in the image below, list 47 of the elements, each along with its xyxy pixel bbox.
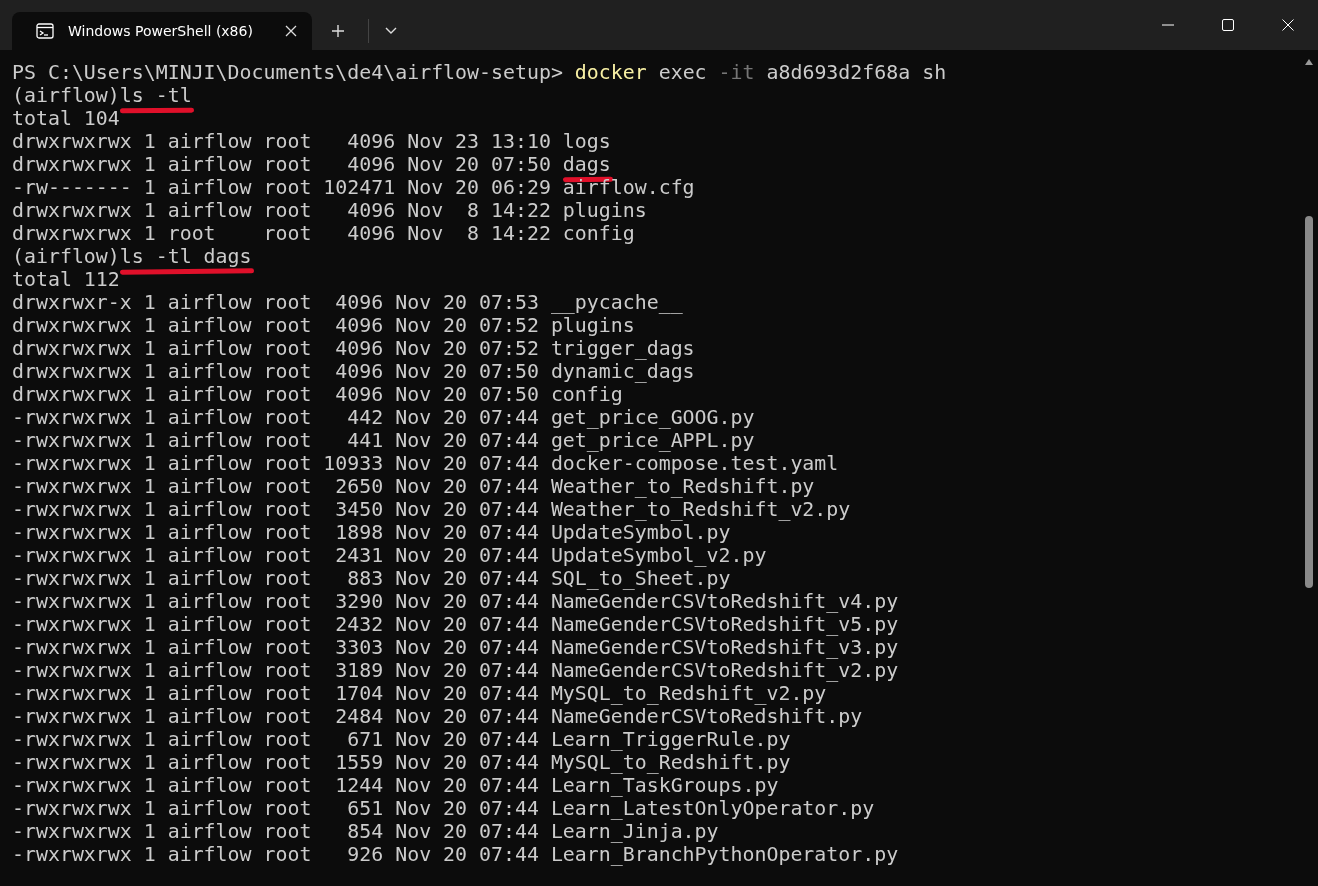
terminal-line: (airflow)ls -tl [12, 84, 192, 107]
close-tab-button[interactable] [284, 24, 298, 38]
terminal-line: -rwxrwxrwx 1 airflow root 1244 Nov 20 07:44 Learn_TaskGroups.py [12, 774, 779, 797]
terminal-line: drwxrwxrwx 1 airflow root 4096 Nov 20 07:50 dynamic_dags [12, 360, 695, 383]
terminal-line: -rwxrwxrwx 1 airflow root 3189 Nov 20 07:44 NameGenderCSVtoRedshift_v2.py [12, 659, 899, 682]
scroll-up-icon[interactable] [1304, 58, 1314, 66]
terminal-line: total 112 [12, 268, 120, 291]
plus-icon [331, 24, 345, 38]
terminal-line: PS C:\Users\MINJI\Documents\de4\airflow-setup> docker exec -it a8d693d2f68a sh [12, 61, 947, 84]
terminal-line: -rwxrwxrwx 1 airflow root 2432 Nov 20 07:44 NameGenderCSVtoRedshift_v5.py [12, 613, 899, 636]
terminal-line: -rwxrwxrwx 1 airflow root 651 Nov 20 07:44 Learn_LatestOnlyOperator.py [12, 797, 875, 820]
terminal-line: drwxrwxrwx 1 airflow root 4096 Nov 8 14:22 plugins [12, 199, 647, 222]
terminal-line: (airflow)ls -tl dags [12, 245, 252, 268]
tab-title: Windows PowerShell (x86) [68, 23, 254, 39]
terminal-line: drwxrwxrwx 1 airflow root 4096 Nov 20 07:50 dags [12, 153, 611, 176]
terminal-line: drwxrwxrwx 1 airflow root 4096 Nov 20 07:52 plugins [12, 314, 635, 337]
terminal-line: -rwxrwxrwx 1 airflow root 1704 Nov 20 07:44 MySQL_to_Redshift_v2.py [12, 682, 827, 705]
terminal-line: drwxrwxr-x 1 airflow root 4096 Nov 20 07:53 __pycache__ [12, 291, 683, 314]
terminal-line: -rw------- 1 airflow root 102471 Nov 20 06:29 airflow.cfg [12, 176, 695, 199]
terminal-line: drwxrwxrwx 1 airflow root 4096 Nov 20 07:50 config [12, 383, 623, 406]
caret-icon [385, 27, 397, 35]
maximize-icon [1222, 19, 1234, 31]
terminal-line: drwxrwxrwx 1 root root 4096 Nov 8 14:22 config [12, 222, 635, 245]
terminal-line: -rwxrwxrwx 1 airflow root 854 Nov 20 07:44 Learn_Jinja.py [12, 820, 719, 843]
terminal-line: -rwxrwxrwx 1 airflow root 883 Nov 20 07:44 SQL_to_Sheet.py [12, 567, 731, 590]
terminal-tab[interactable]: Windows PowerShell (x86) [12, 12, 312, 50]
terminal-line: drwxrwxrwx 1 airflow root 4096 Nov 23 13:10 logs [12, 130, 611, 153]
terminal-line: drwxrwxrwx 1 airflow root 4096 Nov 20 07:52 trigger_dags [12, 337, 695, 360]
scrollbar-thumb[interactable] [1305, 216, 1313, 588]
terminal-line: -rwxrwxrwx 1 airflow root 10933 Nov 20 07:44 docker-compose.test.yaml [12, 452, 839, 475]
close-icon [284, 24, 298, 38]
minimize-icon [1162, 24, 1174, 26]
terminal-line: -rwxrwxrwx 1 airflow root 3450 Nov 20 07:44 Weather_to_Redshift_v2.py [12, 498, 851, 521]
terminal-line: -rwxrwxrwx 1 airflow root 2650 Nov 20 07:44 Weather_to_Redshift.py [12, 475, 815, 498]
terminal-line: total 104 [12, 107, 120, 130]
terminal-line: -rwxrwxrwx 1 airflow root 441 Nov 20 07:44 get_price_APPL.py [12, 429, 755, 452]
terminal-line: -rwxrwxrwx 1 airflow root 1898 Nov 20 07:44 UpdateSymbol.py [12, 521, 731, 544]
terminal-line: -rwxrwxrwx 1 airflow root 926 Nov 20 07:44 Learn_BranchPythonOperator.py [12, 843, 899, 866]
close-icon [1282, 19, 1294, 31]
terminal-line: -rwxrwxrwx 1 airflow root 1559 Nov 20 07:44 MySQL_to_Redshift.py [12, 751, 791, 774]
terminal-line: -rwxrwxrwx 1 airflow root 2431 Nov 20 07:44 UpdateSymbol_v2.py [12, 544, 767, 567]
terminal-icon [36, 23, 54, 39]
terminal-line: -rwxrwxrwx 1 airflow root 671 Nov 20 07:44 Learn_TriggerRule.py [12, 728, 791, 751]
terminal-line: -rwxrwxrwx 1 airflow root 442 Nov 20 07:44 get_price_GOOG.py [12, 406, 755, 429]
terminal-line: -rwxrwxrwx 1 airflow root 2484 Nov 20 07:44 NameGenderCSVtoRedshift.py [12, 705, 863, 728]
terminal-line: -rwxrwxrwx 1 airflow root 3290 Nov 20 07:44 NameGenderCSVtoRedshift_v4.py [12, 590, 899, 613]
terminal-line: -rwxrwxrwx 1 airflow root 3303 Nov 20 07:44 NameGenderCSVtoRedshift_v3.py [12, 636, 899, 659]
